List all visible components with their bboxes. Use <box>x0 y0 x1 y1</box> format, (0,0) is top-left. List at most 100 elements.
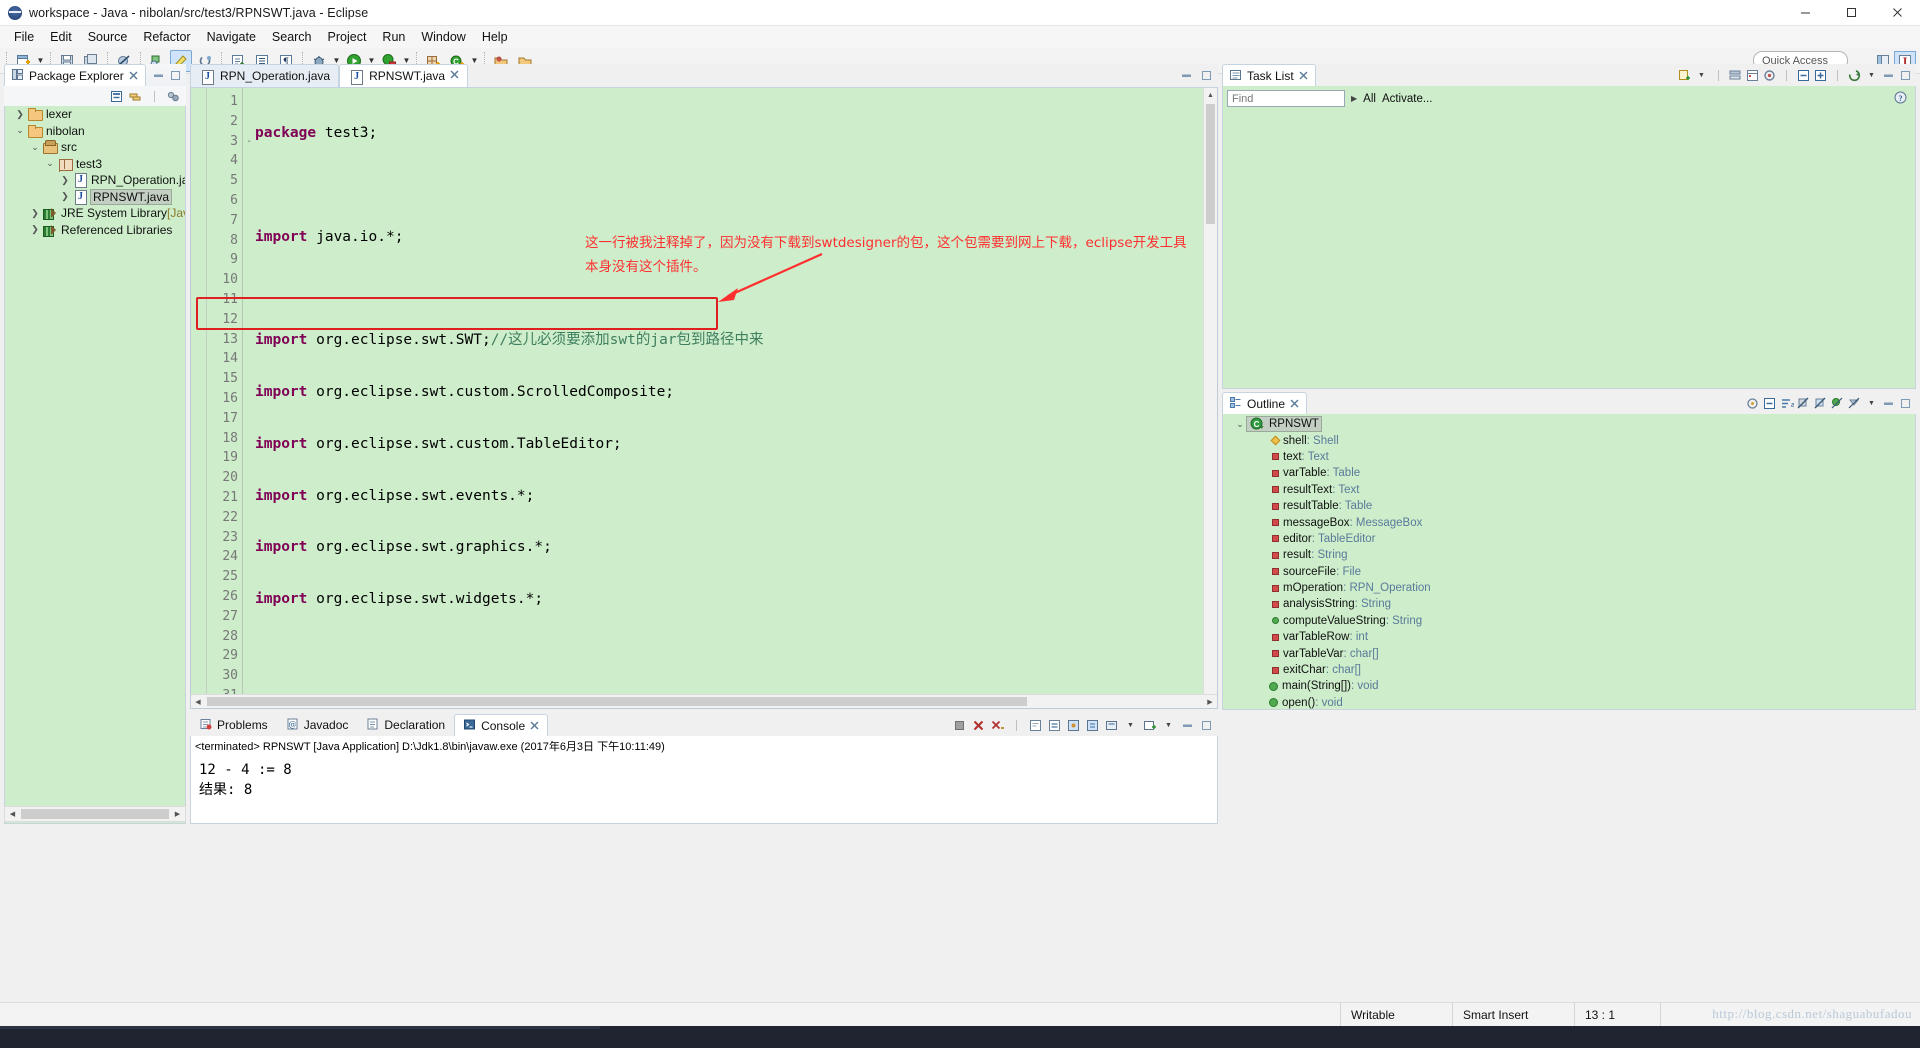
tree-item-lexer[interactable]: ❯ lexer <box>5 106 185 123</box>
chevron-right-icon[interactable]: ❯ <box>58 175 72 186</box>
tab-javadoc[interactable]: @ Javadoc <box>277 714 358 736</box>
find-dropdown-icon[interactable]: ▶ <box>1351 94 1357 103</box>
close-icon[interactable] <box>1299 69 1308 83</box>
tab-problems[interactable]: Problems <box>190 714 277 736</box>
scroll-right-icon[interactable]: ▶ <box>1203 695 1217 708</box>
focus-icon[interactable] <box>1761 66 1778 84</box>
console-menu-down-icon[interactable]: ▼ <box>1160 716 1177 734</box>
chevron-right-icon[interactable]: ❯ <box>28 224 42 235</box>
minimize-editor-icon[interactable] <box>1178 67 1195 85</box>
sort-icon[interactable]: a <box>1778 394 1795 412</box>
schedule-icon[interactable] <box>1744 66 1761 84</box>
expand-all-icon[interactable] <box>1812 66 1829 84</box>
outline-item-moperation[interactable]: mOperation : RPN_Operation <box>1223 580 1915 596</box>
tree-item-nibolan[interactable]: ⌄ nibolan <box>5 123 185 140</box>
chevron-down-icon[interactable]: ⌄ <box>28 142 42 153</box>
menu-navigate[interactable]: Navigate <box>199 28 264 46</box>
menu-help[interactable]: Help <box>474 28 516 46</box>
chevron-down-icon[interactable]: ⌄ <box>43 158 57 169</box>
chevron-right-icon[interactable]: ❯ <box>28 208 42 219</box>
clear-console-icon[interactable] <box>1027 716 1044 734</box>
new-task-dropdown-icon[interactable]: ▼ <box>1693 66 1710 84</box>
new-console-view-icon[interactable] <box>1141 716 1158 734</box>
menu-file[interactable]: File <box>6 28 42 46</box>
maximize-view-icon[interactable] <box>1897 66 1914 84</box>
scroll-up-icon[interactable]: ▲ <box>1204 88 1217 102</box>
scroll-left-icon[interactable]: ◀ <box>5 807 20 821</box>
outline-item-vartablevar[interactable]: varTableVar : char[] <box>1223 645 1915 661</box>
outline-item-resulttext[interactable]: resultText : Text <box>1223 482 1915 498</box>
collapse-all-icon[interactable] <box>1795 66 1812 84</box>
minimize-view-icon[interactable] <box>1880 394 1897 412</box>
editor-text-area[interactable]: 1 2 3 4 5 6 7 8 9 10 11 12 13 14 15 16 1… <box>190 87 1218 709</box>
display-selected-console-icon[interactable] <box>1084 716 1101 734</box>
outline-item-computevaluestring[interactable]: computeValueString : String <box>1223 613 1915 629</box>
chevron-down-icon[interactable]: ⌄ <box>1233 419 1247 430</box>
task-filter-all[interactable]: All <box>1363 93 1376 105</box>
collapse-all-icon[interactable] <box>108 87 125 105</box>
package-explorer-tree[interactable]: ❯ lexer ⌄ nibolan ⌄ src ⌄ test3 ❯ J RPN_… <box>4 106 186 824</box>
outline-item-class[interactable]: ⌄ C RPNSWT <box>1223 416 1915 433</box>
hide-nonpublic-icon[interactable] <box>1829 394 1846 412</box>
menu-refactor[interactable]: Refactor <box>135 28 198 46</box>
outline-tree[interactable]: ⌄ C RPNSWT shell : Shell text : Text var… <box>1222 414 1916 710</box>
outline-item-main[interactable]: main(String[]) : void <box>1223 678 1915 694</box>
folding-ruler[interactable]: - <box>243 88 255 708</box>
scroll-thumb[interactable] <box>21 809 169 819</box>
tree-item-src[interactable]: ⌄ src <box>5 139 185 156</box>
console-output[interactable]: <terminated> RPNSWT [Java Application] D… <box>190 736 1218 824</box>
menu-window[interactable]: Window <box>413 28 473 46</box>
pin-console-icon[interactable] <box>1065 716 1082 734</box>
close-icon[interactable] <box>129 69 138 83</box>
chevron-right-icon[interactable]: ❯ <box>58 191 72 202</box>
outline-item-exitchar[interactable]: exitChar : char[] <box>1223 662 1915 678</box>
annotation-ruler[interactable] <box>191 88 207 708</box>
terminate-icon[interactable] <box>951 716 968 734</box>
tab-console[interactable]: Console <box>454 714 549 736</box>
menu-search[interactable]: Search <box>264 28 320 46</box>
tab-outline[interactable]: Outline <box>1222 392 1308 414</box>
editor-hscrollbar[interactable]: ◀ ▶ <box>191 694 1217 708</box>
focus-on-active-task-icon[interactable] <box>1744 394 1761 412</box>
minimize-view-icon[interactable] <box>1880 66 1897 84</box>
minimize-view-icon[interactable] <box>1179 716 1196 734</box>
close-icon[interactable] <box>530 719 539 733</box>
hide-local-types-icon[interactable] <box>1846 394 1863 412</box>
maximize-button[interactable] <box>1828 0 1874 26</box>
editor-tab-rpnswt[interactable]: RPNSWT.java <box>339 64 469 87</box>
collapse-all-icon[interactable] <box>1761 394 1778 412</box>
scroll-right-icon[interactable]: ▶ <box>170 807 185 821</box>
scroll-left-icon[interactable]: ◀ <box>191 695 205 708</box>
tree-item-test3[interactable]: ⌄ test3 <box>5 156 185 173</box>
close-icon[interactable] <box>450 70 459 82</box>
menu-run[interactable]: Run <box>374 28 413 46</box>
outline-item-result[interactable]: result : String <box>1223 547 1915 563</box>
tab-task-list[interactable]: Task List <box>1222 64 1316 86</box>
scroll-thumb[interactable] <box>207 697 1027 706</box>
view-menu-down-icon[interactable]: ▼ <box>1863 66 1880 84</box>
hide-static-icon[interactable] <box>1812 394 1829 412</box>
outline-item-vartable[interactable]: varTable : Table <box>1223 465 1915 481</box>
menu-project[interactable]: Project <box>320 28 375 46</box>
open-console-icon[interactable] <box>1103 716 1120 734</box>
outline-item-open[interactable]: open() : void <box>1223 695 1915 709</box>
maximize-view-icon[interactable] <box>1198 716 1215 734</box>
minimize-button[interactable] <box>1782 0 1828 26</box>
scroll-thumb[interactable] <box>1206 104 1215 224</box>
tree-item-referenced-libraries[interactable]: ❯ Referenced Libraries <box>5 222 185 239</box>
help-icon[interactable]: ? <box>1894 91 1907 107</box>
view-menu-icon[interactable] <box>165 87 182 105</box>
tab-package-explorer[interactable]: Package Explorer <box>4 64 146 86</box>
tree-item-rpn-operation-java[interactable]: ❯ RPN_Operation.java <box>5 172 185 189</box>
fold-marker-collapse[interactable]: - <box>243 132 255 152</box>
categorize-icon[interactable] <box>1727 66 1744 84</box>
new-task-icon[interactable] <box>1676 66 1693 84</box>
editor-vscrollbar[interactable]: ▲ ▼ <box>1203 88 1217 708</box>
task-find-input[interactable]: Find <box>1227 90 1345 107</box>
outline-item-editor[interactable]: editor : TableEditor <box>1223 531 1915 547</box>
menu-edit[interactable]: Edit <box>42 28 80 46</box>
outline-item-resulttable[interactable]: resultTable : Table <box>1223 498 1915 514</box>
outline-item-messagebox[interactable]: messageBox : MessageBox <box>1223 514 1915 530</box>
link-with-editor-icon[interactable] <box>127 87 144 105</box>
menu-source[interactable]: Source <box>80 28 136 46</box>
